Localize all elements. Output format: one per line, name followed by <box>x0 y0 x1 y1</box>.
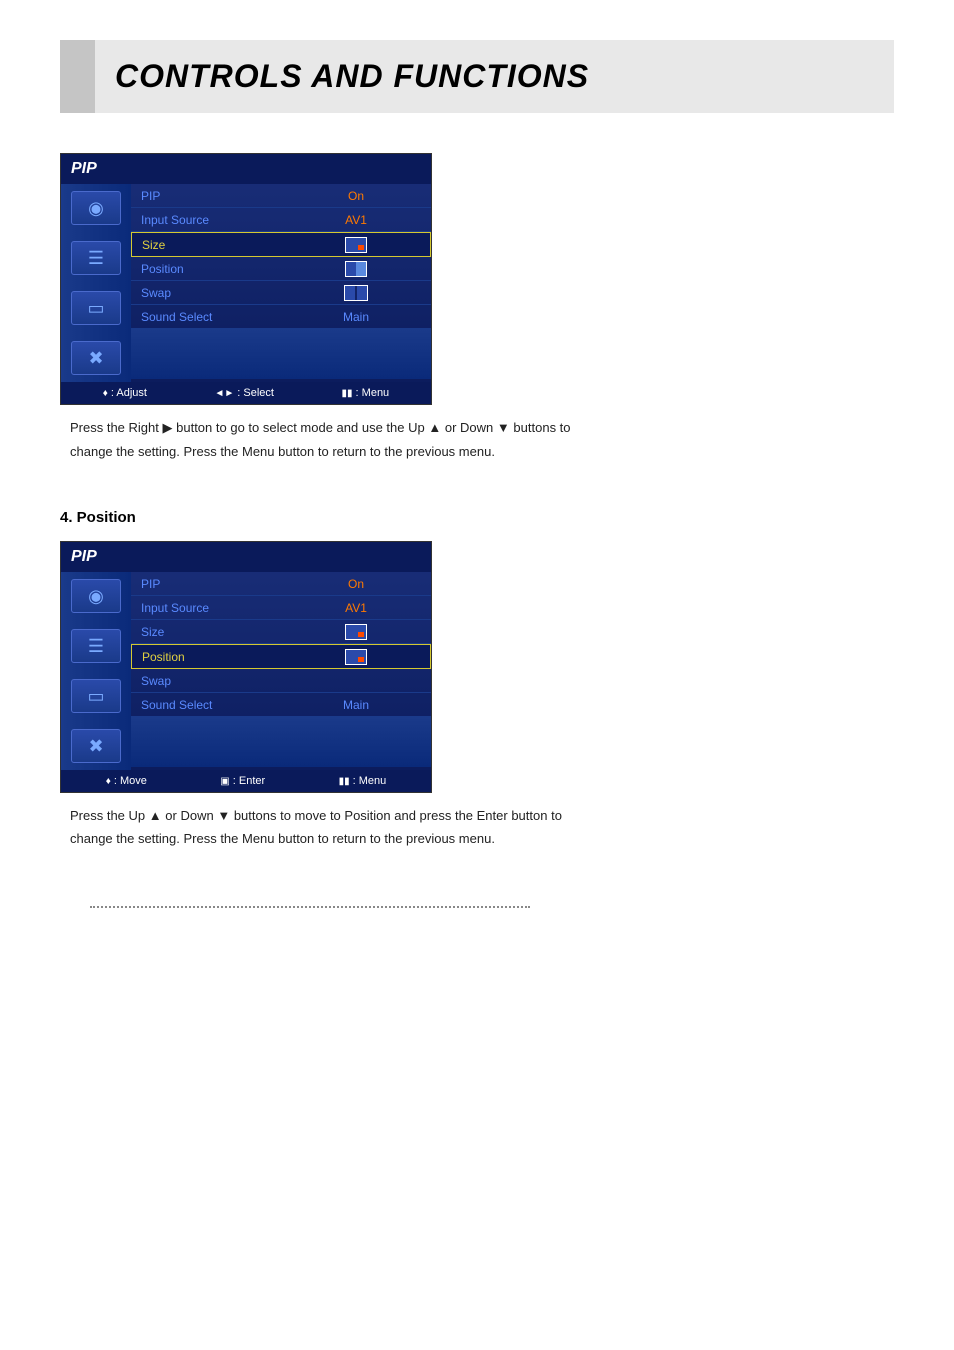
row-value: On <box>281 577 431 591</box>
row-swap[interactable]: Swap <box>131 281 431 305</box>
osd-title: PIP <box>61 154 431 184</box>
section-heading-position: 4. Position <box>60 509 894 526</box>
row-position[interactable]: Position <box>131 257 431 281</box>
row-label: Input Source <box>131 601 281 615</box>
row-input-source[interactable]: Input Source AV1 <box>131 596 431 620</box>
settings-tab-icon[interactable]: ✖ <box>71 341 121 375</box>
footer-select: ◄►: Select <box>215 387 274 399</box>
osd-footer: ♦: Adjust ◄►: Select ▮▮: Menu <box>61 382 431 404</box>
header-main: CONTROLS AND FUNCTIONS <box>95 40 894 113</box>
position-icon <box>281 261 431 277</box>
footer-menu: ▮▮: Menu <box>342 387 390 399</box>
picture-tab-icon[interactable]: ☰ <box>71 241 121 275</box>
row-input-source[interactable]: Input Source AV1 <box>131 208 431 232</box>
row-label: PIP <box>131 189 281 203</box>
instruction-size-line2: change the setting. Press the Menu butto… <box>60 444 894 459</box>
osd-spacer <box>131 717 431 767</box>
osd-title: PIP <box>61 542 431 572</box>
row-value: On <box>281 189 431 203</box>
footer-menu: ▮▮: Menu <box>339 775 387 787</box>
page-title: CONTROLS AND FUNCTIONS <box>115 58 589 94</box>
screen-tab-icon[interactable]: ▭ <box>71 679 121 713</box>
arrow-up-icon: ▲ <box>428 420 441 435</box>
position-icon <box>282 649 430 665</box>
row-label: Input Source <box>131 213 281 227</box>
row-label: Swap <box>131 674 281 688</box>
dotted-divider <box>90 906 530 908</box>
osd-sidebar: ◉ ☰ ▭ ✖ <box>61 572 131 770</box>
row-label: Sound Select <box>131 698 281 712</box>
row-label: Sound Select <box>131 310 281 324</box>
row-sound-select[interactable]: Sound Select Main <box>131 693 431 717</box>
pip-tab-icon[interactable]: ◉ <box>71 579 121 613</box>
row-size-selected[interactable]: Size <box>131 232 431 257</box>
footer-adjust: ♦: Adjust <box>103 387 147 399</box>
row-value: AV1 <box>281 601 431 615</box>
size-icon <box>282 237 430 253</box>
arrow-right-icon: ▶ <box>163 420 173 435</box>
pip-tab-icon[interactable]: ◉ <box>71 191 121 225</box>
instruction-position-line2: change the setting. Press the Menu butto… <box>60 831 894 846</box>
row-position-selected[interactable]: Position <box>131 644 431 669</box>
footer-enter: ▣: Enter <box>220 775 265 787</box>
osd-panel-position: PIP ◉ ☰ ▭ ✖ PIP On Input Source AV1 Size… <box>60 541 432 793</box>
row-label: Position <box>132 650 282 664</box>
row-label: Position <box>131 262 281 276</box>
swap-icon <box>281 285 431 301</box>
header-bar: CONTROLS AND FUNCTIONS <box>60 40 894 113</box>
row-value: Main <box>281 698 431 712</box>
row-value: AV1 <box>281 213 431 227</box>
row-pip[interactable]: PIP On <box>131 572 431 596</box>
osd-panel-size: PIP ◉ ☰ ▭ ✖ PIP On Input Source AV1 Size… <box>60 153 432 405</box>
footer-move: ♦: Move <box>106 775 147 787</box>
arrow-up-icon: ▲ <box>149 808 162 823</box>
row-value: Main <box>281 310 431 324</box>
screen-tab-icon[interactable]: ▭ <box>71 291 121 325</box>
row-label: Size <box>131 625 281 639</box>
row-label: Swap <box>131 286 281 300</box>
row-label: Size <box>132 238 282 252</box>
row-swap[interactable]: Swap <box>131 669 431 693</box>
row-sound-select[interactable]: Sound Select Main <box>131 305 431 329</box>
arrow-down-icon: ▼ <box>217 808 230 823</box>
header-accent <box>60 40 95 113</box>
arrow-down-icon: ▼ <box>497 420 510 435</box>
osd-footer: ♦: Move ▣: Enter ▮▮: Menu <box>61 770 431 792</box>
size-icon <box>281 624 431 640</box>
picture-tab-icon[interactable]: ☰ <box>71 629 121 663</box>
row-size[interactable]: Size <box>131 620 431 644</box>
osd-spacer <box>131 329 431 379</box>
instruction-position-line1: Press the Up ▲ or Down ▼ buttons to move… <box>60 808 894 823</box>
instruction-size-line1: Press the Right ▶ button to go to select… <box>60 420 894 436</box>
row-label: PIP <box>131 577 281 591</box>
settings-tab-icon[interactable]: ✖ <box>71 729 121 763</box>
osd-sidebar: ◉ ☰ ▭ ✖ <box>61 184 131 382</box>
row-pip[interactable]: PIP On <box>131 184 431 208</box>
